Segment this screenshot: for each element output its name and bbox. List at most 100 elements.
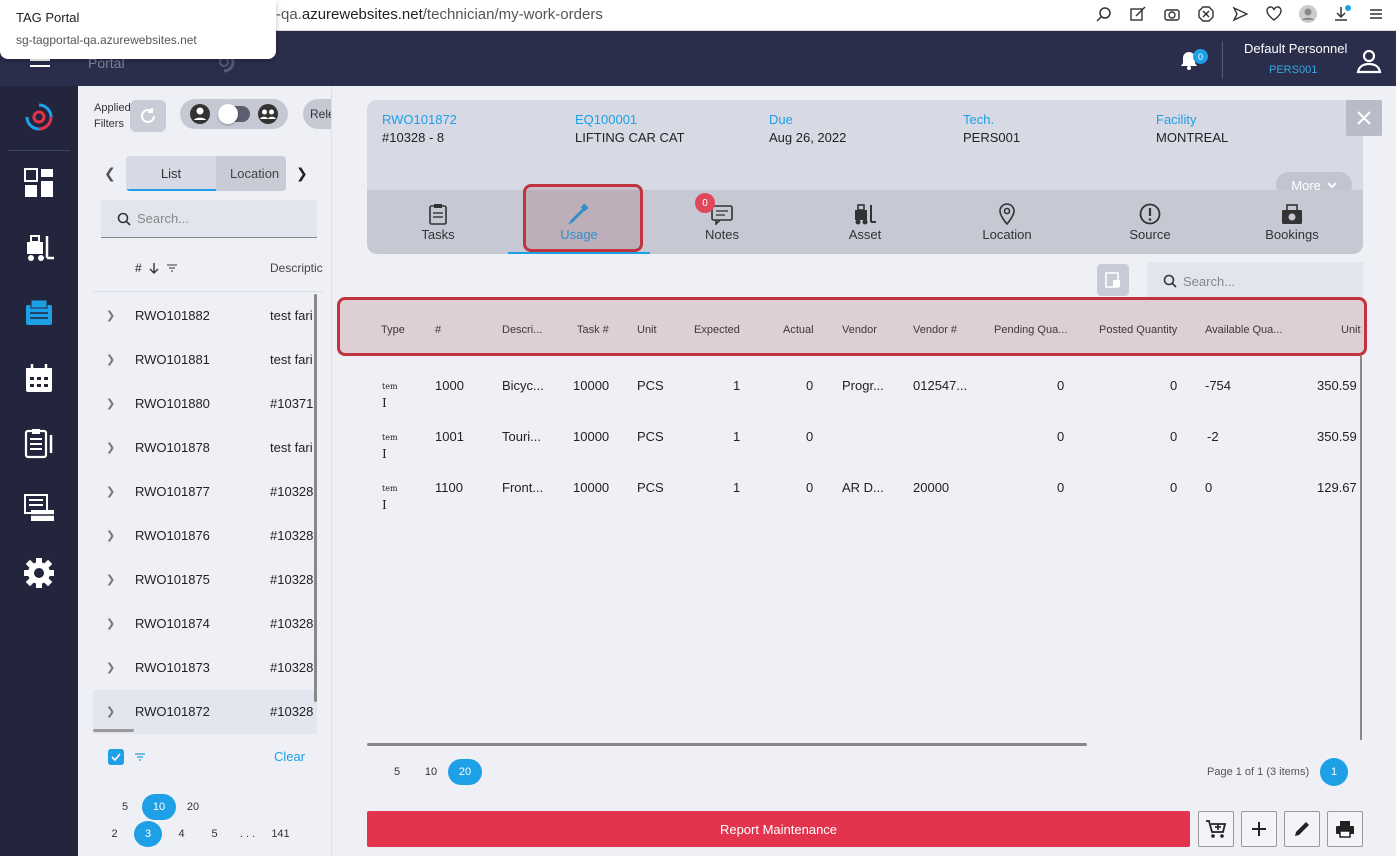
tabs-scroll-right-icon[interactable]: ❯ (296, 165, 308, 182)
refresh-button[interactable] (130, 100, 166, 132)
row-pending: 0 (1057, 480, 1065, 495)
work-order-detail: RWO101872 #10328 - 8 EQ100001 LIFTING CAR … (332, 86, 1396, 856)
page-button[interactable]: 141 (264, 821, 297, 847)
page-size-option[interactable]: 20 (176, 794, 210, 820)
list-item[interactable]: ❯ RWO101881 test fari (93, 338, 317, 382)
tag-logo-icon[interactable] (22, 100, 56, 134)
tab-location[interactable]: Location (230, 156, 286, 191)
table-row[interactable]: Item 1001 Touri... 10000 PCS 1 0 0 0 -2 … (367, 411, 1363, 462)
row-unit-cost: 350.59 (1317, 429, 1357, 444)
close-detail-button[interactable] (1346, 100, 1382, 136)
row-vendor: AR D... (842, 480, 884, 495)
heart-icon[interactable] (1264, 4, 1284, 24)
usage-search-input[interactable] (1183, 273, 1353, 289)
wo-number-link[interactable]: RWO101872 (382, 112, 457, 127)
edit-page-icon[interactable] (1128, 4, 1148, 24)
print-button[interactable] (1327, 811, 1363, 847)
expand-chevron-icon[interactable]: ❯ (106, 529, 115, 542)
list-item[interactable]: ❯ RWO101882 test fari (93, 294, 317, 338)
expand-chevron-icon[interactable]: ❯ (106, 573, 115, 586)
page-size-option[interactable]: 5 (380, 759, 414, 785)
work-orders-icon[interactable] (22, 296, 56, 330)
download-icon[interactable] (1332, 4, 1352, 24)
tab-tasks[interactable]: Tasks (367, 190, 509, 254)
send-icon[interactable] (1230, 4, 1250, 24)
view-tabs: List Location (126, 156, 286, 191)
tab-asset[interactable]: Asset (794, 190, 936, 254)
page-button-current[interactable]: 3 (134, 821, 162, 847)
page-size-option[interactable]: 5 (108, 794, 142, 820)
dashboard-icon[interactable] (22, 166, 56, 200)
list-item[interactable]: ❯ RWO101880 #10371 (93, 382, 317, 426)
tabs-scroll-left-icon[interactable]: ❮ (104, 165, 116, 182)
add-to-cart-button[interactable] (1198, 811, 1234, 847)
table-row[interactable]: Item 1000 Bicyc... 10000 PCS 1 0 Progr..… (367, 360, 1363, 411)
list-item-id: RWO101877 (135, 484, 210, 499)
grid-current-page-button[interactable]: 1 (1320, 758, 1348, 786)
tab-notes[interactable]: Notes (651, 190, 793, 254)
table-row[interactable]: Item 1100 Front... 10000 PCS 1 0 AR D...… (367, 462, 1363, 513)
expand-chevron-icon[interactable]: ❯ (106, 485, 115, 498)
tab-location[interactable]: Location (936, 190, 1078, 254)
page-size-option-selected[interactable]: 20 (448, 759, 482, 785)
column-chooser-button[interactable] (1097, 264, 1129, 296)
expand-chevron-icon[interactable]: ❯ (106, 353, 115, 366)
tab-source[interactable]: Source (1079, 190, 1221, 254)
list-search-input[interactable] (137, 211, 307, 226)
release-filter-button[interactable]: Rele (303, 99, 331, 129)
list-item[interactable]: ❯ RWO101873 #10328 (93, 646, 317, 690)
page-size-option[interactable]: 10 (414, 759, 448, 785)
sort-hash-column[interactable]: # (135, 261, 178, 275)
edit-button[interactable] (1284, 811, 1320, 847)
filter-lines-icon[interactable] (166, 263, 178, 273)
col-description[interactable]: Descriptic (270, 261, 323, 275)
list-horizontal-scrollbar[interactable] (93, 729, 134, 732)
checklist-icon[interactable] (22, 426, 56, 460)
grid-horizontal-scrollbar[interactable] (367, 743, 1087, 746)
usage-search-box (1147, 262, 1363, 300)
search-icon (117, 212, 131, 226)
list-item[interactable]: ❯ RWO101876 #10328 (93, 514, 317, 558)
tab-hover-popup: TAG Portal sg-tagportal-qa.azurewebsites… (0, 0, 276, 59)
list-item[interactable]: ❯ RWO101874 #10328 (93, 602, 317, 646)
reports-icon[interactable] (22, 491, 56, 525)
list-item[interactable]: ❯ RWO101878 test fari (93, 426, 317, 470)
equipment-link[interactable]: EQ100001 (575, 112, 685, 127)
list-item[interactable]: ❯ RWO101875 #10328 (93, 558, 317, 602)
user-account-icon[interactable] (1356, 48, 1382, 77)
grid-vertical-scrollbar[interactable] (1360, 356, 1362, 740)
list-item-selected[interactable]: ❯ RWO101872 #10328 (93, 690, 317, 734)
toggle-switch[interactable] (217, 104, 250, 124)
page-button[interactable]: 5 (198, 821, 231, 847)
address-bar[interactable]: -qa.azurewebsites.net/technician/my-work… (276, 6, 603, 23)
expand-chevron-icon[interactable]: ❯ (106, 441, 115, 454)
page-button[interactable]: 2 (98, 821, 131, 847)
expand-chevron-icon[interactable]: ❯ (106, 397, 115, 410)
forklift-icon[interactable] (22, 231, 56, 265)
tech-value: PERS001 (963, 130, 1021, 145)
tab-list[interactable]: List (126, 156, 216, 191)
assignment-toggle[interactable] (180, 99, 288, 129)
report-maintenance-button[interactable]: Report Maintenance (367, 811, 1190, 847)
filter-icon[interactable] (134, 750, 146, 765)
expand-chevron-icon[interactable]: ❯ (106, 705, 115, 718)
tab-bookings[interactable]: Bookings (1221, 190, 1363, 254)
menu-icon[interactable] (1366, 4, 1386, 24)
expand-chevron-icon[interactable]: ❯ (106, 309, 115, 322)
settings-gear-icon[interactable] (22, 556, 56, 590)
expand-chevron-icon[interactable]: ❯ (106, 661, 115, 674)
block-icon[interactable] (1196, 4, 1216, 24)
zoom-icon[interactable] (1094, 4, 1114, 24)
expand-chevron-icon[interactable]: ❯ (106, 617, 115, 630)
profile-icon[interactable] (1298, 4, 1318, 24)
page-size-option-selected[interactable]: 10 (142, 794, 176, 820)
select-all-checkbox[interactable] (108, 749, 124, 765)
calendar-icon[interactable] (22, 361, 56, 395)
list-item[interactable]: ❯ RWO101877 #10328 (93, 470, 317, 514)
page-button[interactable]: 4 (165, 821, 198, 847)
clear-filters-link[interactable]: Clear (274, 749, 305, 764)
camera-icon[interactable] (1162, 4, 1182, 24)
list-vertical-scrollbar[interactable] (314, 294, 317, 702)
add-button[interactable] (1241, 811, 1277, 847)
detail-tabs: Tasks Usage Notes Asset Location Source … (367, 190, 1363, 254)
